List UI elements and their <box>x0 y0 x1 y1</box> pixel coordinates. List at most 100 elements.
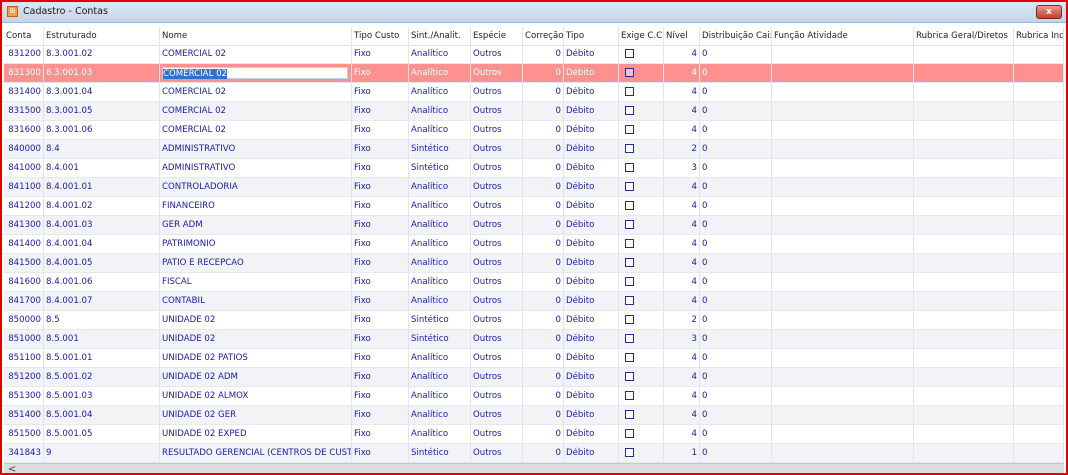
cell-funcao-atividade[interactable] <box>772 311 914 330</box>
cell-exige-cc[interactable] <box>619 292 664 311</box>
cell-tipo[interactable]: Débito <box>564 235 619 254</box>
cell-estruturado[interactable]: 8.4.001 <box>44 159 160 178</box>
cell-rubrica-geral[interactable] <box>914 45 1014 64</box>
cell-conta[interactable]: 831500 <box>4 102 44 121</box>
cell-nivel[interactable]: 2 <box>664 311 700 330</box>
cell-tipo-custo[interactable]: Fixo <box>352 292 409 311</box>
cell-correcao[interactable]: 0 <box>523 292 564 311</box>
cell-rubrica-indireta[interactable] <box>1014 425 1064 444</box>
cell-conta[interactable]: 841400 <box>4 235 44 254</box>
cell-especie[interactable]: Outros <box>471 292 523 311</box>
cell-rubrica-geral[interactable] <box>914 311 1014 330</box>
cell-nome[interactable]: UNIDADE 02 ALMOX <box>160 387 352 406</box>
cell-nome[interactable]: COMERCIAL 02 <box>160 102 352 121</box>
column-header-tipo[interactable]: Tipo <box>564 27 619 46</box>
cell-tipo-custo[interactable]: Fixo <box>352 121 409 140</box>
cell-distribuicao-caixa[interactable]: 0 <box>700 349 772 368</box>
cell-correcao[interactable]: 0 <box>523 140 564 159</box>
cell-especie[interactable]: Outros <box>471 235 523 254</box>
cell-tipo[interactable]: Débito <box>564 45 619 64</box>
cell-sint-analit[interactable]: Analítico <box>409 102 471 121</box>
cell-distribuicao-caixa[interactable]: 0 <box>700 406 772 425</box>
cell-rubrica-geral[interactable] <box>914 273 1014 292</box>
cell-funcao-atividade[interactable] <box>772 330 914 349</box>
cell-sint-analit[interactable]: Analítico <box>409 273 471 292</box>
table-row[interactable]: 840000 8.4 ADMINISTRATIVO Fixo Sintético Outr… <box>4 140 1064 159</box>
cell-nome[interactable]: UNIDADE 02 <box>160 311 352 330</box>
cell-rubrica-indireta[interactable] <box>1014 311 1064 330</box>
cell-nome[interactable]: COMERCIAL 02 <box>160 64 352 83</box>
cell-exige-cc[interactable] <box>619 83 664 102</box>
table-row[interactable]: 341843 9 RESULTADO GERENCIAL (CENTROS DE C… <box>4 444 1064 463</box>
cell-correcao[interactable]: 0 <box>523 425 564 444</box>
cell-exige-cc[interactable] <box>619 406 664 425</box>
cell-sint-analit[interactable]: Sintético <box>409 330 471 349</box>
cell-nivel[interactable]: 4 <box>664 64 700 83</box>
cell-funcao-atividade[interactable] <box>772 349 914 368</box>
cell-nivel[interactable]: 3 <box>664 159 700 178</box>
cell-funcao-atividade[interactable] <box>772 140 914 159</box>
cell-tipo[interactable]: Débito <box>564 368 619 387</box>
cell-tipo[interactable]: Débito <box>564 349 619 368</box>
column-header-nivel[interactable]: Nível <box>664 27 700 46</box>
cell-tipo-custo[interactable]: Fixo <box>352 311 409 330</box>
cell-estruturado[interactable]: 8.3.001.06 <box>44 121 160 140</box>
cell-conta[interactable]: 341843 <box>4 444 44 463</box>
cell-conta[interactable]: 851000 <box>4 330 44 349</box>
close-button[interactable]: x <box>1036 5 1062 19</box>
cell-especie[interactable]: Outros <box>471 425 523 444</box>
cell-tipo-custo[interactable]: Fixo <box>352 330 409 349</box>
cell-nome[interactable]: ADMINISTRATIVO <box>160 159 352 178</box>
column-header-estruturado[interactable]: Estruturado <box>44 27 160 46</box>
cell-funcao-atividade[interactable] <box>772 45 914 64</box>
cell-funcao-atividade[interactable] <box>772 387 914 406</box>
cell-nome[interactable]: CONTABIL <box>160 292 352 311</box>
cell-funcao-atividade[interactable] <box>772 64 914 83</box>
cell-tipo[interactable]: Débito <box>564 83 619 102</box>
cell-nivel[interactable]: 4 <box>664 292 700 311</box>
cell-rubrica-geral[interactable] <box>914 64 1014 83</box>
cell-tipo[interactable]: Débito <box>564 425 619 444</box>
cell-rubrica-geral[interactable] <box>914 235 1014 254</box>
cell-exige-cc[interactable] <box>619 45 664 64</box>
cell-especie[interactable]: Outros <box>471 254 523 273</box>
cell-estruturado[interactable]: 8.5 <box>44 311 160 330</box>
cell-distribuicao-caixa[interactable]: 0 <box>700 121 772 140</box>
cell-rubrica-indireta[interactable] <box>1014 254 1064 273</box>
cell-sint-analit[interactable]: Analítico <box>409 45 471 64</box>
cell-estruturado[interactable]: 8.3.001.03 <box>44 64 160 83</box>
cell-correcao[interactable]: 0 <box>523 330 564 349</box>
column-header-sint-analit[interactable]: Sint./Analit. <box>409 27 471 46</box>
cell-correcao[interactable]: 0 <box>523 64 564 83</box>
cell-distribuicao-caixa[interactable]: 0 <box>700 292 772 311</box>
cell-especie[interactable]: Outros <box>471 368 523 387</box>
cell-nivel[interactable]: 4 <box>664 387 700 406</box>
cell-tipo-custo[interactable]: Fixo <box>352 45 409 64</box>
cell-tipo-custo[interactable]: Fixo <box>352 197 409 216</box>
cell-nivel[interactable]: 3 <box>664 330 700 349</box>
cell-especie[interactable]: Outros <box>471 64 523 83</box>
cell-correcao[interactable]: 0 <box>523 349 564 368</box>
cell-exige-cc[interactable] <box>619 197 664 216</box>
table-row[interactable]: 841000 8.4.001 ADMINISTRATIVO Fixo Sintético… <box>4 159 1064 178</box>
cell-funcao-atividade[interactable] <box>772 216 914 235</box>
cell-rubrica-indireta[interactable] <box>1014 83 1064 102</box>
cell-especie[interactable]: Outros <box>471 140 523 159</box>
exige-cc-checkbox[interactable] <box>625 144 634 153</box>
cell-rubrica-indireta[interactable] <box>1014 349 1064 368</box>
cell-nome[interactable]: PATIO E RECEPCAO <box>160 254 352 273</box>
cell-conta[interactable]: 851200 <box>4 368 44 387</box>
cell-conta[interactable]: 851100 <box>4 349 44 368</box>
cell-tipo[interactable]: Débito <box>564 273 619 292</box>
cell-conta[interactable]: 850000 <box>4 311 44 330</box>
cell-nivel[interactable]: 4 <box>664 273 700 292</box>
cell-estruturado[interactable]: 8.5.001.02 <box>44 368 160 387</box>
table-row[interactable]: 831300 8.3.001.03 COMERCIAL 02 Fixo Analític… <box>4 64 1064 83</box>
cell-estruturado[interactable]: 8.4 <box>44 140 160 159</box>
cell-sint-analit[interactable]: Analítico <box>409 387 471 406</box>
cell-nome[interactable]: CONTROLADORIA <box>160 178 352 197</box>
cell-conta[interactable]: 831200 <box>4 45 44 64</box>
table-row[interactable]: 851300 8.5.001.03 UNIDADE 02 ALMOX Fixo Anal… <box>4 387 1064 406</box>
cell-conta[interactable]: 831400 <box>4 83 44 102</box>
exige-cc-checkbox[interactable] <box>625 353 634 362</box>
